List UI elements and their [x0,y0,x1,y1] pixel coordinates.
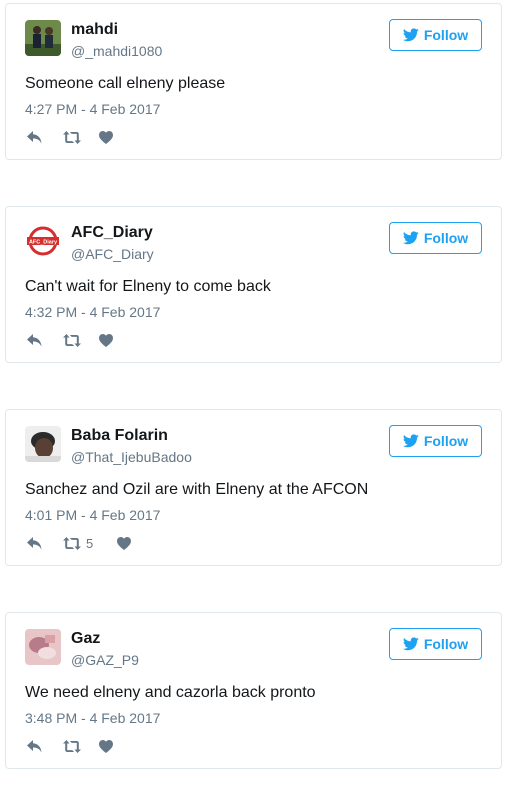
reply-icon [27,536,42,549]
like-button[interactable] [117,536,131,550]
retweet-icon [63,333,81,347]
tweet-card: AFC_Diary AFC_Diary @AFC_Diary Follow Ca… [5,206,502,363]
timestamp[interactable]: 4:01 PM - 4 Feb 2017 [25,507,160,523]
display-name[interactable]: Gaz [71,630,100,648]
reply-icon [27,130,42,143]
like-button[interactable] [99,130,113,144]
avatar-logo-text: AFC_Diary [29,240,58,246]
tweet-card: mahdi @_mahdi1080 Follow Someone call el… [5,3,502,160]
display-name[interactable]: AFC_Diary [71,224,153,242]
avatar[interactable] [25,629,61,665]
follow-label: Follow [423,433,469,449]
heart-icon [99,130,113,144]
reply-button[interactable] [27,536,63,550]
tweet-text: Sanchez and Ozil are with Elneny at the … [25,481,369,498]
user-handle[interactable]: @AFC_Diary [71,246,154,262]
reply-icon [27,333,42,346]
retweet-count: 5 [86,535,94,551]
reply-icon [27,739,42,752]
tweet-text: Can't wait for Elneny to come back [25,278,271,295]
follow-button[interactable]: Follow [389,425,482,457]
avatar[interactable] [25,426,61,462]
retweet-button[interactable]: 5 [63,536,117,551]
follow-button[interactable]: Follow [389,222,482,254]
timestamp[interactable]: 3:48 PM - 4 Feb 2017 [25,710,160,726]
timestamp[interactable]: 4:27 PM - 4 Feb 2017 [25,101,160,117]
twitter-bird-icon [402,28,419,42]
tweet-actions: 5 [27,535,131,551]
retweet-icon [63,536,81,550]
tweet-text: We need elneny and cazorla back pronto [25,684,316,701]
retweet-button[interactable] [63,130,99,144]
follow-label: Follow [423,636,469,652]
user-handle[interactable]: @That_IjebuBadoo [71,449,192,465]
heart-icon [99,739,113,753]
reply-button[interactable] [27,333,63,347]
twitter-bird-icon [402,231,419,245]
display-name[interactable]: mahdi [71,21,118,39]
tweet-card: Baba Folarin @That_IjebuBadoo Follow San… [5,409,502,566]
follow-label: Follow [423,27,469,43]
user-handle[interactable]: @GAZ_P9 [71,652,139,668]
timestamp[interactable]: 4:32 PM - 4 Feb 2017 [25,304,160,320]
tweet-text: Someone call elneny please [25,75,226,92]
tweet-actions [27,738,113,754]
heart-icon [99,333,113,347]
avatar[interactable]: AFC_Diary [25,223,61,259]
retweet-button[interactable] [63,333,99,347]
follow-button[interactable]: Follow [389,628,482,660]
follow-button[interactable]: Follow [389,19,482,51]
retweet-icon [63,130,81,144]
like-button[interactable] [99,333,113,347]
retweet-icon [63,739,81,753]
user-handle[interactable]: @_mahdi1080 [71,43,162,59]
heart-icon [117,536,131,550]
tweet-card: Gaz @GAZ_P9 Follow We need elneny and ca… [5,612,502,769]
avatar[interactable] [25,20,61,56]
twitter-bird-icon [402,434,419,448]
twitter-bird-icon [402,637,419,651]
retweet-button[interactable] [63,739,99,753]
reply-button[interactable] [27,130,63,144]
reply-button[interactable] [27,739,63,753]
like-button[interactable] [99,739,113,753]
tweet-actions [27,129,113,145]
follow-label: Follow [423,230,469,246]
display-name[interactable]: Baba Folarin [71,427,168,445]
tweet-actions [27,332,113,348]
